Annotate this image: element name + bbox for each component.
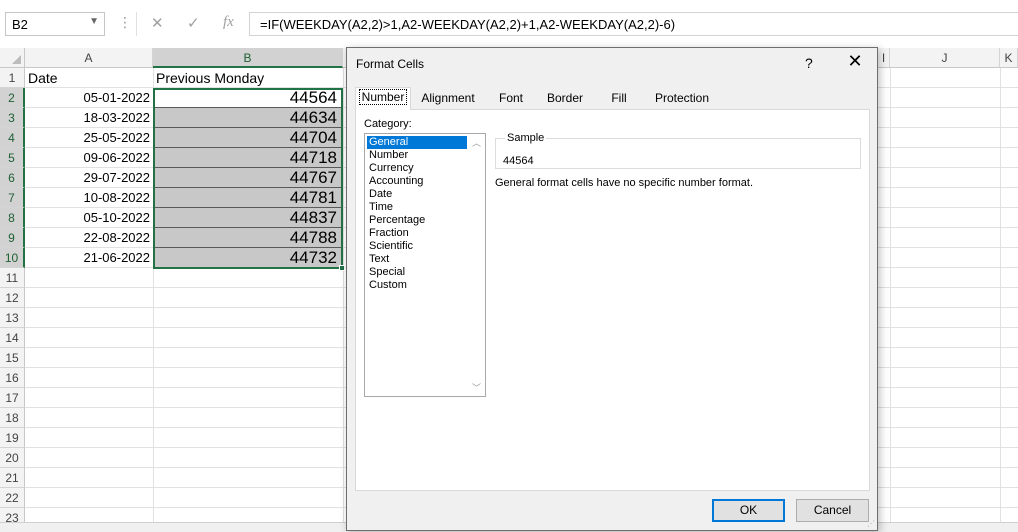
chevron-down-icon[interactable]: ▼ xyxy=(89,16,99,27)
column-header-a[interactable]: A xyxy=(25,48,153,68)
row-header[interactable]: 8 xyxy=(0,208,25,228)
date-cell[interactable]: 10-08-2022 xyxy=(25,188,153,208)
row-header[interactable]: 4 xyxy=(0,128,25,148)
previous-monday-cell[interactable]: 44788 xyxy=(154,228,341,248)
row-header[interactable]: 9 xyxy=(0,228,25,248)
date-cell[interactable]: 09-06-2022 xyxy=(25,148,153,168)
row-header[interactable]: 22 xyxy=(0,488,25,508)
row-header[interactable]: 11 xyxy=(0,268,25,288)
tab-number[interactable]: Number xyxy=(355,87,411,110)
tab-font[interactable]: Font xyxy=(485,89,537,109)
column-header-b[interactable]: B xyxy=(153,48,343,68)
category-item[interactable]: Custom xyxy=(367,279,467,292)
ok-button[interactable]: OK xyxy=(712,499,785,522)
cell-a1[interactable]: Date xyxy=(28,68,58,88)
category-list[interactable]: General Number Currency Accounting Date Time P… xyxy=(364,133,486,397)
tab-protection[interactable]: Protection xyxy=(647,89,717,109)
row-header[interactable]: 16 xyxy=(0,368,25,388)
row-header[interactable]: 6 xyxy=(0,168,25,188)
category-item[interactable]: Date xyxy=(367,188,467,201)
tab-border[interactable]: Border xyxy=(539,89,591,109)
row-header[interactable]: 15 xyxy=(0,348,25,368)
formula-input[interactable]: =IF(WEEKDAY(A2,2)>1,A2-WEEKDAY(A2,2)+1,A… xyxy=(249,12,1018,36)
sample-value: 44564 xyxy=(503,155,534,167)
check-icon[interactable]: ✓ xyxy=(187,14,200,32)
row-header[interactable]: 20 xyxy=(0,448,25,468)
more-icon: ⋮ xyxy=(118,14,132,30)
column-header-j[interactable]: J xyxy=(890,48,1000,68)
format-cells-dialog: Format Cells ? ✕ Number Alignment Font B… xyxy=(346,47,878,531)
cell-b1[interactable]: Previous Monday xyxy=(156,68,264,88)
row-header[interactable]: 18 xyxy=(0,408,25,428)
format-description: General format cells have no specific nu… xyxy=(495,177,754,189)
sample-label: Sample xyxy=(505,132,547,144)
category-scrollbar[interactable]: ︿ ﹀ xyxy=(468,134,485,396)
column-header-i[interactable]: I xyxy=(878,48,890,68)
row-header[interactable]: 3 xyxy=(0,108,25,128)
category-item[interactable]: General xyxy=(367,136,467,149)
date-cell[interactable]: 22-08-2022 xyxy=(25,228,153,248)
previous-monday-cell[interactable]: 44564 xyxy=(154,88,341,108)
select-all-corner[interactable] xyxy=(0,48,25,68)
number-tab-panel: Category: General Number Currency Accountin… xyxy=(355,109,870,491)
category-item[interactable]: Currency xyxy=(367,162,467,175)
row-header[interactable]: 17 xyxy=(0,388,25,408)
row-header[interactable]: 13 xyxy=(0,308,25,328)
close-icon[interactable]: ✕ xyxy=(845,51,865,71)
row-header[interactable]: 12 xyxy=(0,288,25,308)
gridline xyxy=(1000,68,1001,522)
row-header[interactable]: 1 xyxy=(0,68,25,88)
date-cell[interactable]: 21-06-2022 xyxy=(25,248,153,268)
row-header[interactable]: 2 xyxy=(0,88,25,108)
sample-box xyxy=(495,138,861,169)
category-item[interactable]: Scientific xyxy=(367,240,467,253)
formula-bar-buttons: ✕ ✓ fx xyxy=(136,12,246,36)
category-item[interactable]: Accounting xyxy=(367,175,467,188)
previous-monday-cell[interactable]: 44767 xyxy=(154,168,341,188)
dialog-title: Format Cells xyxy=(356,57,425,71)
previous-monday-cell[interactable]: 44837 xyxy=(154,208,341,228)
date-cell[interactable]: 05-01-2022 xyxy=(25,88,153,108)
gridline xyxy=(890,68,891,522)
previous-monday-cell[interactable]: 44634 xyxy=(154,108,341,128)
fill-handle[interactable] xyxy=(339,265,345,271)
category-item[interactable]: Special xyxy=(367,266,467,279)
date-cell[interactable]: 25-05-2022 xyxy=(25,128,153,148)
cancel-button[interactable]: Cancel xyxy=(796,499,869,522)
previous-monday-cell[interactable]: 44718 xyxy=(154,148,341,168)
category-item[interactable]: Time xyxy=(367,201,467,214)
tab-alignment[interactable]: Alignment xyxy=(413,89,483,109)
category-item[interactable]: Percentage xyxy=(367,214,467,227)
category-item[interactable]: Text xyxy=(367,253,467,266)
formula-text: =IF(WEEKDAY(A2,2)>1,A2-WEEKDAY(A2,2)+1,A… xyxy=(260,17,676,32)
row-header[interactable]: 14 xyxy=(0,328,25,348)
date-cell[interactable]: 05-10-2022 xyxy=(25,208,153,228)
cancel-icon[interactable]: ✕ xyxy=(151,14,164,32)
resize-grip-icon[interactable]: ⋰ xyxy=(867,519,875,528)
help-icon[interactable]: ? xyxy=(805,55,813,71)
date-cell[interactable]: 29-07-2022 xyxy=(25,168,153,188)
gridline xyxy=(343,68,344,522)
row-header[interactable]: 7 xyxy=(0,188,25,208)
scroll-up-icon[interactable]: ︿ xyxy=(472,136,481,149)
name-box-value: B2 xyxy=(12,17,28,32)
previous-monday-cell[interactable]: 44704 xyxy=(154,128,341,148)
column-header-k[interactable]: K xyxy=(1000,48,1018,68)
formula-bar: B2 ▼ ⋮ ✕ ✓ fx =IF(WEEKDAY(A2,2)>1,A2-WEE… xyxy=(0,0,1018,48)
tab-fill[interactable]: Fill xyxy=(593,89,645,109)
row-header[interactable]: 10 xyxy=(0,248,25,268)
name-box[interactable]: B2 ▼ xyxy=(5,12,105,36)
date-cell[interactable]: 18-03-2022 xyxy=(25,108,153,128)
previous-monday-cell[interactable]: 44732 xyxy=(154,248,341,268)
category-label: Category: xyxy=(364,118,412,130)
row-header[interactable]: 19 xyxy=(0,428,25,448)
previous-monday-cell[interactable]: 44781 xyxy=(154,188,341,208)
category-item[interactable]: Number xyxy=(367,149,467,162)
category-item[interactable]: Fraction xyxy=(367,227,467,240)
scroll-down-icon[interactable]: ﹀ xyxy=(472,381,481,394)
row-header[interactable]: 21 xyxy=(0,468,25,488)
row-header[interactable]: 5 xyxy=(0,148,25,168)
insert-function-icon[interactable]: fx xyxy=(223,14,234,31)
